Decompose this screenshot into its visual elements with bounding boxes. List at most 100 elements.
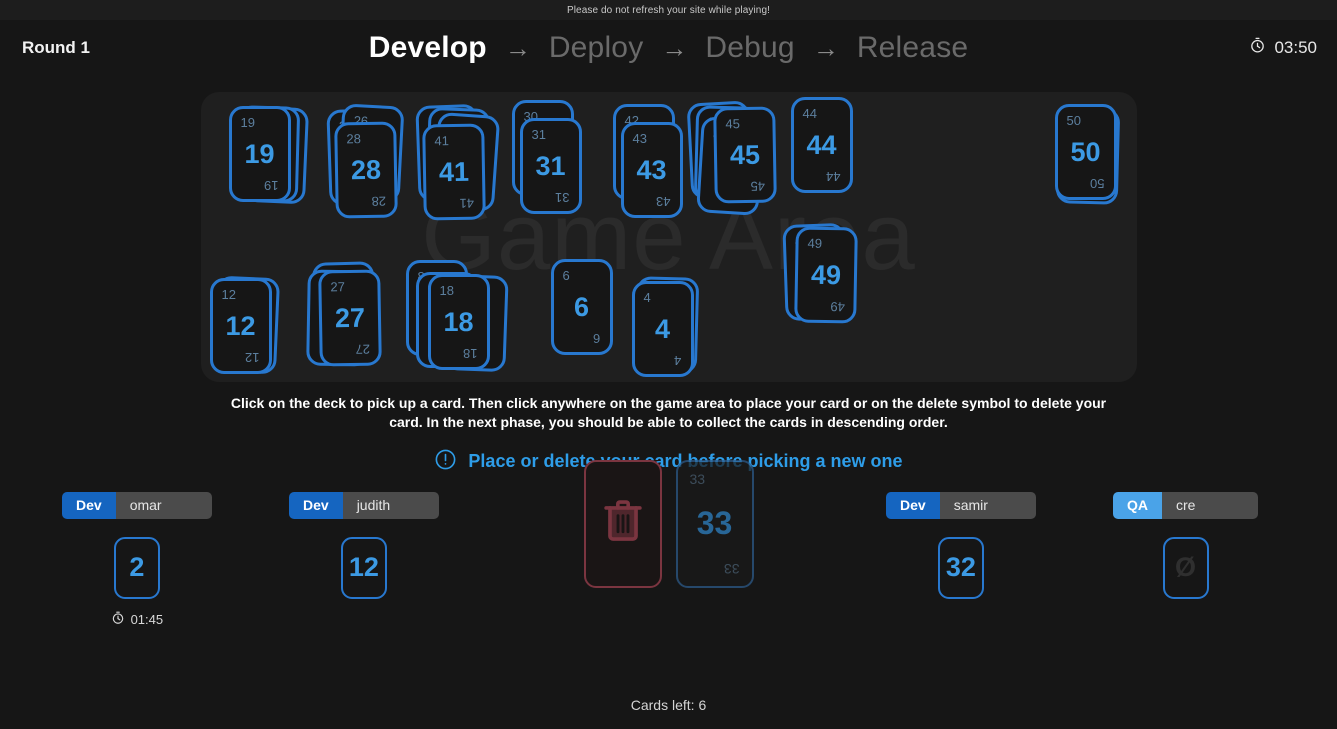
deck-corner-bottom: 33 bbox=[724, 562, 740, 576]
card-value: 44 bbox=[806, 132, 836, 159]
player-tag: Devomar bbox=[62, 492, 212, 519]
card-corner-bottom: 31 bbox=[555, 191, 569, 204]
player-name: judith bbox=[343, 492, 439, 519]
card-value: 19 bbox=[244, 141, 274, 168]
player-hand-card[interactable]: Ø bbox=[1163, 537, 1209, 599]
player-slot-cre: QAcre Ø bbox=[1113, 492, 1258, 599]
phase-release: Release bbox=[857, 31, 968, 65]
deck-value: 33 bbox=[678, 462, 752, 586]
card-value: 43 bbox=[636, 157, 666, 184]
game-card[interactable]: 18 18 18 bbox=[428, 274, 490, 370]
game-header: Round 1 Develop → Deploy → Debug → Release 03:… bbox=[0, 20, 1337, 75]
player-name: cre bbox=[1162, 492, 1258, 519]
card-value: 27 bbox=[334, 304, 365, 332]
card-corner-top: 44 bbox=[803, 107, 817, 120]
game-card[interactable]: 43 43 43 bbox=[621, 122, 683, 218]
game-area[interactable]: Game Area 191919191926262828282929294141… bbox=[201, 92, 1137, 382]
exclamation-circle-icon bbox=[434, 448, 457, 476]
phase-arrow-icon: → bbox=[813, 35, 839, 61]
board-wrapper: Game Area 191919191926262828282929294141… bbox=[0, 75, 1337, 382]
player-slot-judith: Devjudith 12 bbox=[289, 492, 439, 599]
player-timer-value: 01:45 bbox=[131, 612, 164, 627]
phase-debug: Debug bbox=[705, 31, 794, 65]
instructions-text: Click on the deck to pick up a card. The… bbox=[229, 394, 1109, 432]
game-card[interactable]: 313131 bbox=[520, 118, 582, 214]
game-root: Please do not refresh your site while pl… bbox=[0, 0, 1337, 729]
player-role-badge: QA bbox=[1113, 492, 1162, 519]
card-corner-top: 45 bbox=[725, 117, 740, 130]
card-corner-bottom: 18 bbox=[463, 347, 477, 360]
game-card[interactable]: 444 bbox=[632, 281, 694, 377]
card-corner-top: 41 bbox=[434, 134, 449, 147]
card-corner-top: 4 bbox=[644, 291, 651, 304]
trash-icon bbox=[600, 496, 646, 551]
player-role-badge: Dev bbox=[886, 492, 940, 519]
card-value: 6 bbox=[574, 294, 589, 321]
player-role-badge: Dev bbox=[62, 492, 116, 519]
player-tag: QAcre bbox=[1113, 492, 1258, 519]
card-corner-bottom: 45 bbox=[749, 180, 764, 193]
player-role-badge: Dev bbox=[289, 492, 343, 519]
card-corner-top: 12 bbox=[222, 288, 236, 301]
game-card[interactable]: 49 49 49 bbox=[794, 226, 858, 323]
card-value: 12 bbox=[225, 313, 255, 340]
card-corner-bottom: 27 bbox=[354, 343, 369, 356]
game-card[interactable]: 19 19 19 bbox=[229, 106, 291, 202]
player-hand-card[interactable]: 2 bbox=[114, 537, 160, 599]
card-value: 49 bbox=[810, 261, 841, 289]
game-card[interactable]: 666 bbox=[551, 259, 613, 355]
phase-arrow-icon: → bbox=[661, 35, 687, 61]
card-corner-top: 19 bbox=[241, 116, 255, 129]
card-corner-top: 50 bbox=[1067, 114, 1081, 127]
player-name: omar bbox=[116, 492, 212, 519]
center-stack: 33 33 33 bbox=[584, 460, 754, 588]
global-timer: 03:50 bbox=[1249, 37, 1317, 59]
card-corner-bottom: 41 bbox=[458, 197, 473, 210]
game-card[interactable]: 45 45 45 bbox=[713, 106, 777, 203]
card-corner-bottom: 43 bbox=[656, 195, 670, 208]
card-corner-top: 6 bbox=[563, 269, 570, 282]
card-value: 31 bbox=[535, 153, 565, 180]
card-corner-bottom: 44 bbox=[826, 170, 840, 183]
refresh-warning-banner: Please do not refresh your site while pl… bbox=[0, 0, 1337, 20]
card-corner-top: 27 bbox=[330, 280, 345, 293]
card-corner-top: 28 bbox=[346, 132, 361, 145]
player-tag: Devsamir bbox=[886, 492, 1036, 519]
delete-card-dropzone[interactable] bbox=[584, 460, 662, 588]
players-row: 33 33 33 Devomar201:45Devjudith12Devsami… bbox=[0, 492, 1337, 682]
game-card[interactable]: 414141 bbox=[422, 123, 486, 220]
stopwatch-icon bbox=[111, 611, 125, 628]
game-card[interactable]: 27 27 27 bbox=[318, 269, 382, 366]
card-value: 18 bbox=[443, 309, 473, 336]
card-corner-bottom: 50 bbox=[1090, 177, 1104, 190]
player-timer: 01:45 bbox=[111, 611, 164, 628]
card-corner-bottom: 4 bbox=[674, 354, 681, 367]
game-card[interactable]: 28 28 28 bbox=[334, 121, 398, 218]
player-hand-card[interactable]: 12 bbox=[341, 537, 387, 599]
player-hand-card[interactable]: 32 bbox=[938, 537, 984, 599]
game-card[interactable]: 50 50 50 bbox=[1055, 104, 1117, 200]
phase-arrow-icon: → bbox=[505, 35, 531, 61]
card-corner-bottom: 28 bbox=[370, 195, 385, 208]
player-tag: Devjudith bbox=[289, 492, 439, 519]
stopwatch-icon bbox=[1249, 37, 1266, 59]
card-corner-top: 18 bbox=[440, 284, 454, 297]
card-corner-bottom: 49 bbox=[829, 300, 844, 313]
game-card[interactable]: 44 44 44 bbox=[791, 97, 853, 193]
player-name: samir bbox=[940, 492, 1036, 519]
card-corner-top: 43 bbox=[633, 132, 647, 145]
card-value: 50 bbox=[1070, 139, 1100, 166]
player-slot-samir: Devsamir 32 bbox=[886, 492, 1036, 599]
card-value: 28 bbox=[350, 156, 381, 184]
player-slot-omar: Devomar 2 01:45 bbox=[62, 492, 212, 628]
global-timer-value: 03:50 bbox=[1274, 38, 1317, 58]
card-corner-bottom: 12 bbox=[245, 351, 259, 364]
phase-develop: Develop bbox=[369, 31, 487, 65]
game-card[interactable]: 12 12 12 bbox=[210, 278, 272, 374]
card-value: 45 bbox=[729, 141, 760, 169]
card-corner-bottom: 19 bbox=[264, 179, 278, 192]
draw-deck[interactable]: 33 33 33 bbox=[676, 460, 754, 588]
phase-deploy: Deploy bbox=[549, 31, 644, 65]
round-label: Round 1 bbox=[22, 38, 90, 58]
card-corner-top: 49 bbox=[807, 237, 822, 250]
